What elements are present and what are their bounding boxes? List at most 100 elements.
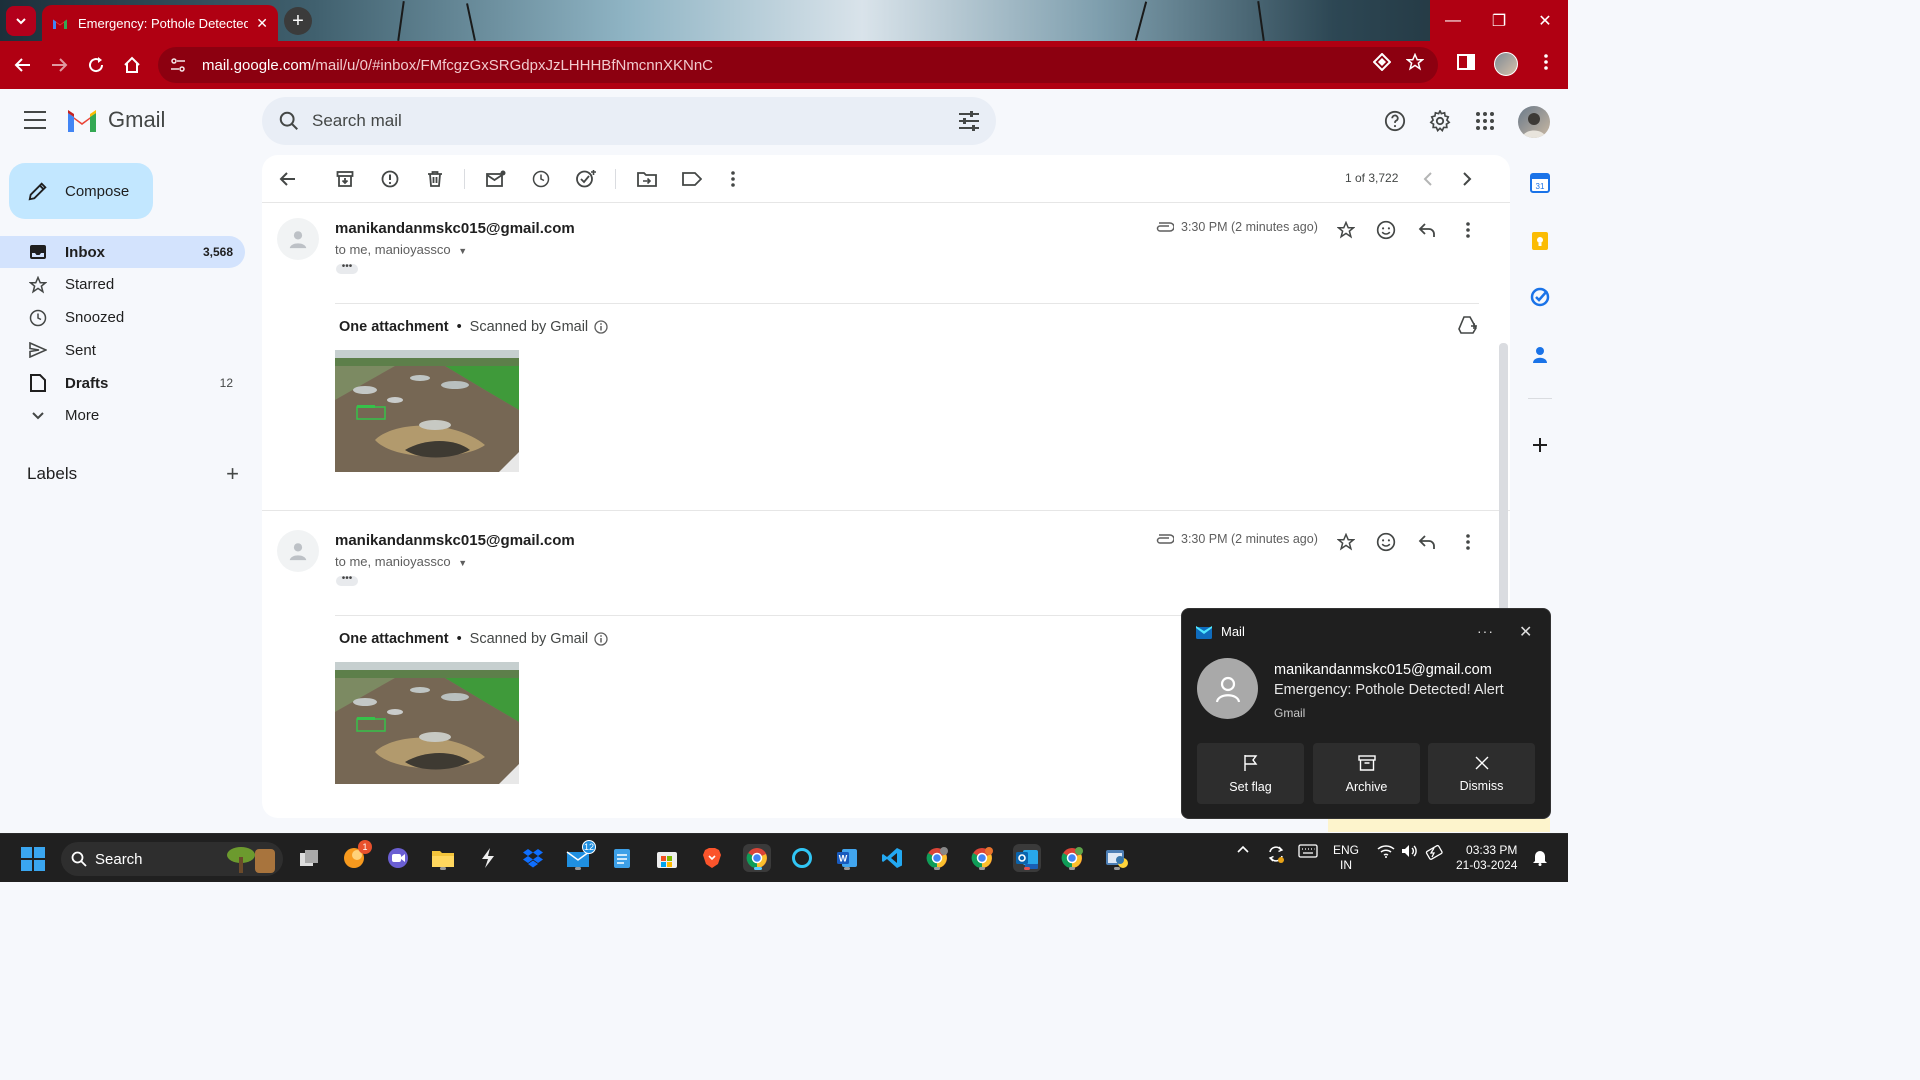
outlook-new-icon[interactable] <box>1013 844 1041 872</box>
reply-button[interactable] <box>1416 531 1438 553</box>
extension-diamond-icon[interactable] <box>1373 53 1391 71</box>
older-button[interactable] <box>1455 167 1479 191</box>
search-icon[interactable] <box>278 110 300 132</box>
mail-notification-toast[interactable]: Mail ··· ✕ manikandanmskc015@gmail.com E… <box>1181 608 1551 819</box>
system-clock[interactable]: 03:33 PM 21-03-2024 <box>1456 843 1517 873</box>
address-bar[interactable]: mail.google.com/mail/u/0/#inbox/FMfcgzGx… <box>158 47 1438 83</box>
search-options-icon[interactable] <box>958 111 980 131</box>
search-bar[interactable] <box>262 97 996 145</box>
mark-unread-button[interactable] <box>484 167 508 191</box>
chrome-profile-icon[interactable] <box>1058 844 1086 872</box>
report-spam-button[interactable] <box>378 167 402 191</box>
dropbox-icon[interactable] <box>519 844 547 872</box>
add-reaction-button[interactable] <box>1375 219 1397 241</box>
wifi-icon[interactable] <box>1377 844 1395 858</box>
attachment-thumbnail[interactable] <box>335 662 519 784</box>
notification-bell-icon[interactable] <box>1532 848 1548 866</box>
keyboard-icon[interactable] <box>1298 844 1318 858</box>
profile-avatar[interactable] <box>1494 52 1518 76</box>
keep-icon[interactable] <box>1530 231 1550 251</box>
gmail-logo[interactable]: Gmail <box>66 107 165 133</box>
back-button[interactable] <box>5 47 41 83</box>
newer-button[interactable] <box>1416 167 1440 191</box>
sidebar-item-drafts[interactable]: Drafts 12 <box>0 367 245 399</box>
home-button[interactable] <box>114 47 150 83</box>
contacts-icon[interactable] <box>1530 345 1550 365</box>
delete-button[interactable] <box>423 167 447 191</box>
task-view-icon[interactable] <box>295 844 323 872</box>
teams-meet-icon[interactable] <box>384 844 412 872</box>
sidebar-item-sent[interactable]: Sent <box>0 334 245 366</box>
minimize-button[interactable]: — <box>1430 0 1476 41</box>
show-hidden-icons-chevron-up-icon[interactable] <box>1236 844 1250 854</box>
help-icon[interactable] <box>1383 109 1407 133</box>
input-language-indicator[interactable]: ENG IN <box>1333 843 1359 873</box>
alexa-cortana-icon[interactable] <box>788 844 816 872</box>
reply-button[interactable] <box>1416 219 1438 241</box>
star-button[interactable] <box>1335 531 1357 553</box>
create-label-plus-icon[interactable]: + <box>226 461 239 487</box>
microsoft-store-icon[interactable] <box>653 844 681 872</box>
notepad-icon[interactable] <box>608 844 636 872</box>
more-actions-button[interactable] <box>721 167 745 191</box>
show-trimmed-content-button[interactable]: ••• <box>336 262 358 274</box>
snooze-button[interactable] <box>529 167 553 191</box>
mail-app-icon[interactable]: 12 <box>564 840 596 872</box>
archive-button[interactable] <box>333 167 357 191</box>
info-icon[interactable] <box>594 632 608 646</box>
taskbar-app-orange[interactable]: 1 <box>340 840 372 872</box>
chrome-profile-icon[interactable] <box>923 844 951 872</box>
volume-icon[interactable] <box>1401 844 1419 858</box>
back-to-inbox-button[interactable] <box>276 167 300 191</box>
microsoft-word-icon[interactable]: W <box>833 844 861 872</box>
sidebar-item-snoozed[interactable]: Snoozed <box>0 302 245 334</box>
new-tab-button[interactable]: + <box>284 7 312 35</box>
taskbar-app-bolt-icon[interactable] <box>474 844 502 872</box>
caret-down-icon[interactable]: ▼ <box>458 558 467 568</box>
chrome-profile-icon[interactable] <box>968 844 996 872</box>
close-window-button[interactable]: ✕ <box>1522 0 1568 41</box>
file-explorer-icon[interactable] <box>429 844 457 872</box>
labels-button[interactable] <box>680 167 704 191</box>
notification-close-icon[interactable]: ✕ <box>1519 622 1532 642</box>
show-trimmed-content-button[interactable]: ••• <box>336 574 358 586</box>
tasks-icon[interactable] <box>1530 287 1550 307</box>
sender-email[interactable]: manikandanmskc015@gmail.com <box>335 220 575 237</box>
move-to-button[interactable] <box>635 167 659 191</box>
settings-gear-icon[interactable] <box>1428 109 1452 133</box>
side-panel-icon[interactable] <box>1457 53 1475 71</box>
apps-grid-icon[interactable] <box>1473 109 1497 133</box>
windows-start-icon[interactable] <box>21 847 45 871</box>
battery-charging-icon[interactable] <box>1425 844 1445 860</box>
restore-button[interactable]: ❐ <box>1476 0 1522 41</box>
browser-menu-icon[interactable] <box>1538 53 1554 71</box>
tab-close-icon[interactable]: ✕ <box>256 15 268 32</box>
message-more-button[interactable] <box>1457 531 1479 553</box>
tab-search-button[interactable] <box>6 6 36 36</box>
calendar-icon[interactable]: 31 <box>1530 173 1550 193</box>
add-to-drive-icon[interactable] <box>1458 316 1478 334</box>
account-avatar[interactable] <box>1518 106 1550 138</box>
bookmark-star-icon[interactable] <box>1406 53 1424 71</box>
chrome-browser-icon[interactable] <box>743 844 771 872</box>
set-flag-button[interactable]: Set flag <box>1197 743 1304 804</box>
add-reaction-button[interactable] <box>1375 531 1397 553</box>
brave-browser-icon[interactable] <box>698 844 726 872</box>
sender-email[interactable]: manikandanmskc015@gmail.com <box>335 532 575 549</box>
compose-button[interactable]: Compose <box>9 163 153 219</box>
attachment-thumbnail[interactable] <box>335 350 519 472</box>
message-more-button[interactable] <box>1457 219 1479 241</box>
sender-avatar[interactable] <box>277 530 319 572</box>
notification-more-icon[interactable]: ··· <box>1477 623 1494 639</box>
main-menu-icon[interactable] <box>24 111 46 129</box>
forward-button[interactable] <box>41 47 77 83</box>
recipients[interactable]: to me, manioyassco ▼ <box>335 554 467 569</box>
sidebar-item-more[interactable]: More <box>0 400 245 432</box>
star-button[interactable] <box>1335 219 1357 241</box>
dismiss-button[interactable]: Dismiss <box>1428 743 1535 804</box>
sidebar-item-inbox[interactable]: Inbox 3,568 <box>0 236 245 268</box>
reload-button[interactable] <box>78 47 114 83</box>
archive-action-button[interactable]: Archive <box>1313 743 1420 804</box>
recipients[interactable]: to me, manioyassco ▼ <box>335 242 467 257</box>
sync-icon[interactable] <box>1266 844 1286 864</box>
